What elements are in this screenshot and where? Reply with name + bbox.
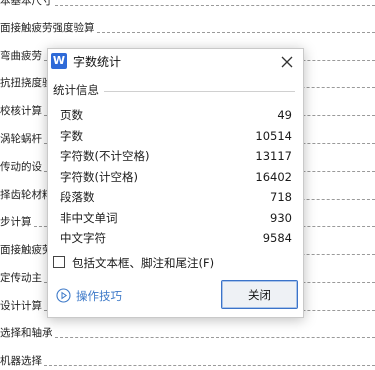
stat-value: 930 <box>270 210 292 225</box>
toc-line: 选择和轴承 <box>0 324 375 342</box>
play-circle-icon[interactable] <box>56 288 71 303</box>
toc-line: 面接触疲劳强度验算 <box>0 19 375 37</box>
stat-row-chars-with-spaces: 字符数(计空格) 16402 <box>60 167 292 188</box>
stat-row-paragraphs: 段落数 718 <box>60 187 292 208</box>
close-icon[interactable] <box>279 54 295 70</box>
tips-label[interactable]: 操作技巧 <box>76 288 122 304</box>
include-textboxes-label[interactable]: 包括文本框、脚注和尾注(F) <box>72 255 214 271</box>
toc-line: 机器选择 <box>0 352 375 370</box>
dialog-titlebar[interactable]: W 字数统计 <box>48 49 303 77</box>
stat-label: 中文字符 <box>60 231 106 245</box>
stat-value: 718 <box>270 190 292 204</box>
stat-label: 非中文单词 <box>60 210 118 225</box>
toc-line: 本基本尺寸 <box>0 0 375 10</box>
stat-row-chars-no-spaces: 字符数(不计空格) 13117 <box>60 146 292 167</box>
stat-value: 49 <box>277 108 292 122</box>
stats-list: 页数 49 字数 10514 字符数(不计空格) 13117 字符数(计空格) … <box>60 105 292 249</box>
stat-label: 字符数(不计空格) <box>60 149 150 163</box>
section-label: 统计信息 <box>53 82 102 98</box>
stat-value: 10514 <box>255 128 292 143</box>
stat-label: 字数 <box>60 128 83 143</box>
word-count-dialog: W 字数统计 统计信息 页数 49 字数 10514 字符数(不计空格) 131… <box>47 48 304 318</box>
section-divider <box>104 91 295 92</box>
wps-writer-icon: W <box>51 53 67 69</box>
stat-row-pages: 页数 49 <box>60 105 292 126</box>
dialog-title: 字数统计 <box>73 55 122 69</box>
close-button[interactable]: 关闭 <box>221 280 298 309</box>
stat-row-chinese-chars: 中文字符 9584 <box>60 228 292 249</box>
stat-value: 16402 <box>255 169 292 184</box>
stat-value: 13117 <box>255 149 292 163</box>
stat-row-words: 字数 10514 <box>60 126 292 147</box>
stat-label: 字符数(计空格) <box>60 169 138 184</box>
include-textboxes-checkbox[interactable] <box>53 256 65 268</box>
stat-row-non-chinese-words: 非中文单词 930 <box>60 208 292 229</box>
stat-value: 9584 <box>262 231 292 245</box>
stat-label: 段落数 <box>60 190 95 204</box>
stat-label: 页数 <box>60 108 83 122</box>
